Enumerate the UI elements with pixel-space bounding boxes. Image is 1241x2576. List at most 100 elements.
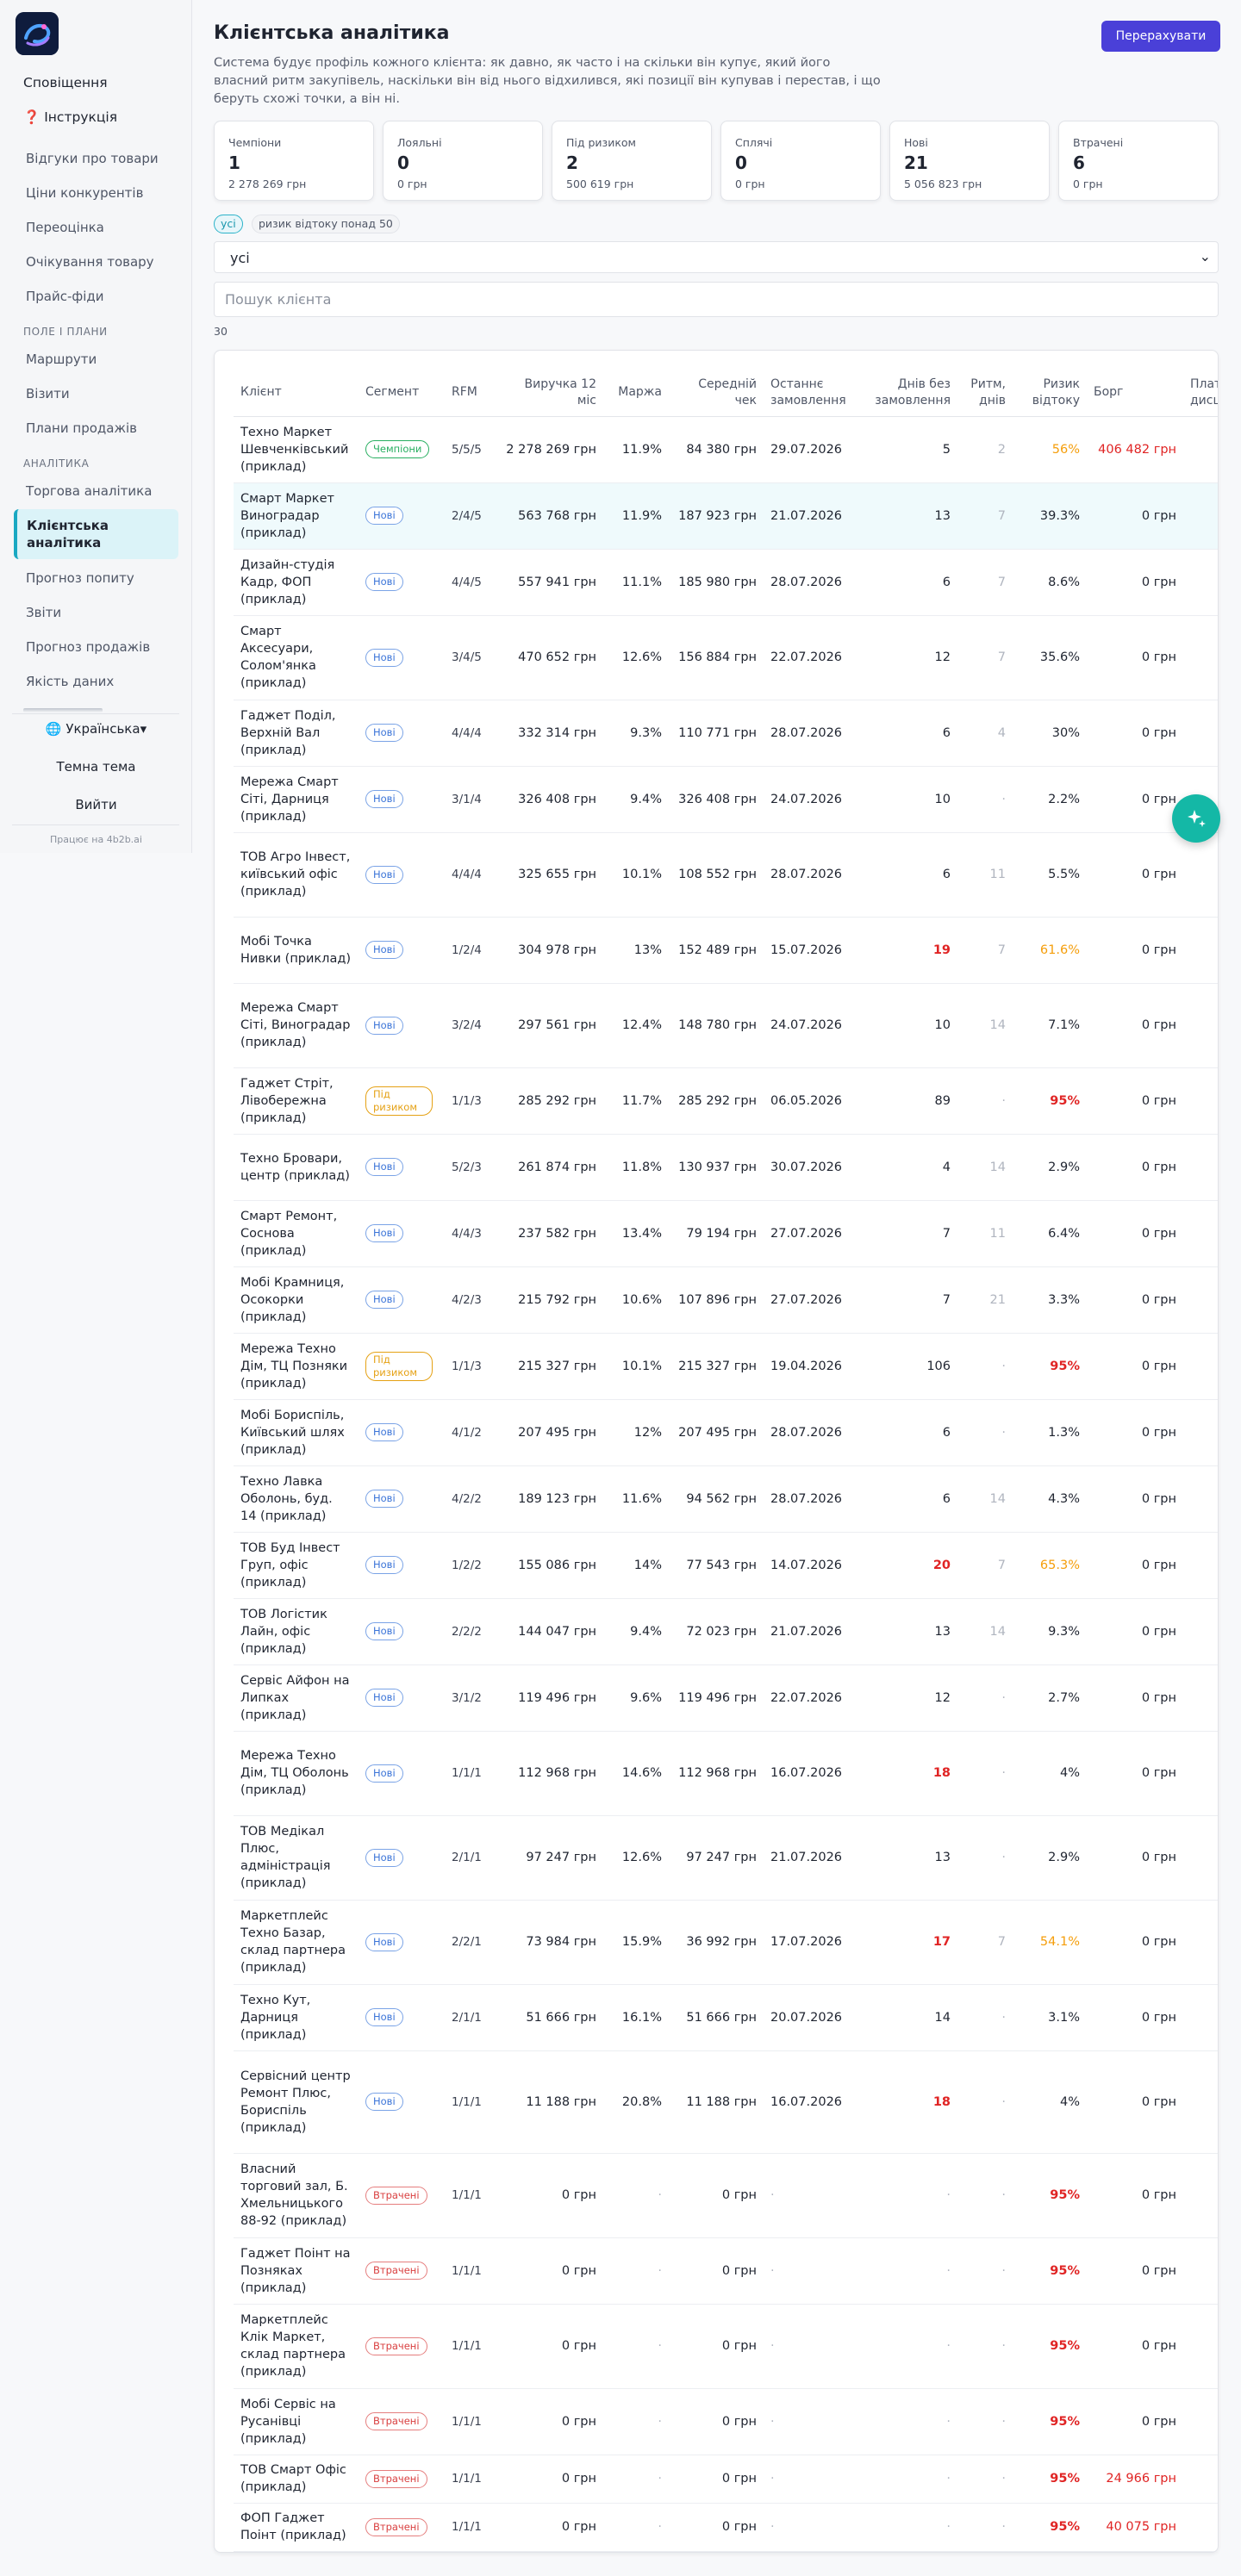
table-row[interactable]: Сервісний центр Ремонт Плюс, Бориспіль (… <box>234 2050 1218 2154</box>
column-header[interactable]: Ритм, днів <box>957 370 1013 417</box>
column-header[interactable]: Середній чек <box>669 370 764 417</box>
sidebar-item-reports[interactable]: Звіти <box>26 605 61 620</box>
segment-badge: Нові <box>365 507 403 525</box>
table-row[interactable]: Мобі Сервіс на Русанівці (приклад) Втраче… <box>234 2388 1218 2455</box>
sidebar-item-awaiting-goods[interactable]: Очікування товару <box>26 254 154 270</box>
table-row[interactable]: Сервіс Айфон на Липках (приклад) Нові 3/1/… <box>234 1664 1218 1732</box>
column-header[interactable]: Маржа <box>603 370 669 417</box>
theme-toggle-button[interactable]: Темна тема <box>0 759 192 775</box>
segment-cell: Нові <box>359 1598 445 1665</box>
sidebar-item-instructions[interactable]: ❓ Інструкція <box>23 109 117 125</box>
table-row[interactable]: Мережа Техно Дім, ТЦ Оболонь (приклад) Но… <box>234 1731 1218 1816</box>
margin: 10.1% <box>603 1333 669 1400</box>
segment-select[interactable]: усі ⌄ <box>214 241 1219 273</box>
segment-card-new[interactable]: Нові 21 5 056 823 грн <box>889 121 1050 201</box>
sidebar-item-data-quality[interactable]: Якість даних <box>26 674 114 689</box>
debt-amount: 0 грн <box>1087 2304 1183 2389</box>
table-row[interactable]: Техно Маркет Шевченківський (приклад) Чем… <box>234 416 1218 483</box>
churn-risk: 95% <box>1013 2153 1087 2238</box>
column-header[interactable]: Платіжна дисципліна <box>1183 370 1218 417</box>
last-order-date: 28.07.2026 <box>764 832 861 918</box>
segment-badge: Нові <box>365 1932 403 1951</box>
debt-amount: 0 грн <box>1087 615 1183 700</box>
sidebar-item-demand-forecast[interactable]: Прогноз попиту <box>26 570 134 586</box>
sidebar-item-reviews[interactable]: Відгуки про товари <box>26 151 159 166</box>
segment-badge: Нові <box>365 2008 403 2026</box>
table-row[interactable]: Мобі Бориспіль, Київський шлях (приклад)… <box>234 1399 1218 1466</box>
recalculate-button[interactable]: Перерахувати <box>1101 21 1220 52</box>
table-row[interactable]: ТОВ Смарт Офіс (приклад) Втрачені 1/1/1 0 г… <box>234 2455 1218 2504</box>
sidebar-item-sales-forecast[interactable]: Прогноз продажів <box>26 639 150 655</box>
last-order-date: · <box>764 2304 861 2389</box>
column-header[interactable]: Днів без замовлення <box>861 370 957 417</box>
sidebar-item-repricing[interactable]: Переоцінка <box>26 220 104 235</box>
last-order-date: 22.07.2026 <box>764 615 861 700</box>
table-row[interactable]: Гаджет Стріт, Лівобережна (приклад) Під р… <box>234 1067 1218 1135</box>
segment-card-loyal[interactable]: Лояльні 0 0 грн <box>383 121 543 201</box>
sidebar-item-visits[interactable]: Візити <box>26 386 70 401</box>
client-name: Техно Бровари, центр (приклад) <box>234 1134 359 1201</box>
segment-badge: Нові <box>365 790 403 808</box>
sidebar-item-price-feeds[interactable]: Прайс-фіди <box>26 289 104 304</box>
clients-table-container[interactable]: Клієнт Сегмент RFM Виручка 12 міс Маржа Серед… <box>214 350 1219 2553</box>
table-row[interactable]: Мережа Смарт Сіті, Дарниця (приклад) Нові… <box>234 766 1218 833</box>
column-header[interactable]: Борг <box>1087 370 1183 417</box>
table-row[interactable]: ТОВ Медікал Плюс, адміністрація (приклад… <box>234 1815 1218 1901</box>
table-row[interactable]: Дизайн-студія Кадр, ФОП (приклад) Нові 4/4… <box>234 549 1218 616</box>
table-row[interactable]: ТОВ Буд Інвест Груп, офіс (приклад) Нові 1… <box>234 1532 1218 1599</box>
segment-card-sleeping[interactable]: Сплячі 0 0 грн <box>720 121 881 201</box>
column-header[interactable]: Клієнт <box>234 370 359 417</box>
table-row[interactable]: Техно Лавка Оболонь, буд. 14 (приклад) Но… <box>234 1465 1218 1533</box>
segment-card-champions[interactable]: Чемпіони 1 2 278 269 грн <box>214 121 374 201</box>
table-row[interactable]: Мобі Точка Нивки (приклад) Нові 1/2/4 304 9… <box>234 917 1218 984</box>
debt-amount: 0 грн <box>1087 549 1183 616</box>
table-row[interactable]: Гаджет Поділ, Верхній Вал (приклад) Нові 4… <box>234 700 1218 767</box>
debt-amount: 0 грн <box>1087 1532 1183 1599</box>
average-check: 152 489 грн <box>669 917 764 984</box>
column-header[interactable]: Сегмент <box>359 370 445 417</box>
client-name: Смарт Маркет Виноградар (приклад) <box>234 482 359 550</box>
table-row[interactable]: Маркетплейс Клік Маркет, склад партнера … <box>234 2304 1218 2389</box>
table-row[interactable]: ТОВ Логістик Лайн, офіс (приклад) Нові 2/2… <box>234 1598 1218 1665</box>
column-header[interactable]: Виручка 12 міс <box>496 370 603 417</box>
segment-badge: Під ризиком <box>365 1086 433 1116</box>
column-header[interactable]: Ризик відтоку <box>1013 370 1087 417</box>
table-row[interactable]: Смарт Ремонт, Соснова (приклад) Нові 4/4/3… <box>234 1200 1218 1267</box>
rfm-score: 2/1/1 <box>445 1815 496 1901</box>
sidebar-divider <box>12 713 179 714</box>
table-row[interactable]: Смарт Маркет Виноградар (приклад) Нові 2/4… <box>234 482 1218 550</box>
table-row[interactable]: ТОВ Агро Інвест, київський офіс (приклад… <box>234 832 1218 918</box>
segment-card-lost[interactable]: Втрачені 6 0 грн <box>1058 121 1219 201</box>
sidebar-item-routes[interactable]: Маршрути <box>26 352 97 367</box>
order-rhythm-days: 7 <box>957 549 1013 616</box>
table-row[interactable]: Мережа Смарт Сіті, Виноградар (приклад) Н… <box>234 983 1218 1068</box>
table-row[interactable]: ФОП Гаджет Поінт (приклад) Втрачені 1/1/1 0… <box>234 2503 1218 2552</box>
table-row[interactable]: Гаджет Поінт на Позняках (приклад) Втраче… <box>234 2237 1218 2305</box>
logout-button[interactable]: Вийти <box>0 797 192 812</box>
language-switcher[interactable]: 🌐 Українська▾ <box>0 721 192 737</box>
sidebar-item-competitor-prices[interactable]: Ціни конкурентів <box>26 185 143 201</box>
filter-chip-all[interactable]: усі <box>214 215 243 233</box>
table-row[interactable]: Власний торговий зал, Б. Хмельницького 8… <box>234 2153 1218 2238</box>
table-row[interactable]: Техно Кут, Дарниця (приклад) Нові 2/1/1 51 … <box>234 1984 1218 2051</box>
table-row[interactable]: Мережа Техно Дім, ТЦ Позняки (приклад) Пі… <box>234 1333 1218 1400</box>
table-row[interactable]: Смарт Аксесуари, Солом'янка (приклад) Нов… <box>234 615 1218 700</box>
client-search-input[interactable] <box>214 282 1219 317</box>
sidebar-item-sales-plans[interactable]: Плани продажів <box>26 420 137 436</box>
sidebar-item-trade-analytics[interactable]: Торгова аналітика <box>26 483 152 499</box>
sidebar-item-notifications[interactable]: Сповіщення <box>23 75 108 90</box>
table-row[interactable]: Мобі Крамниця, Осокорки (приклад) Нові 4/2… <box>234 1266 1218 1334</box>
revenue-12m: 326 408 грн <box>496 766 603 833</box>
filter-chip-high-risk[interactable]: ризик відтоку понад 50 <box>252 215 400 233</box>
payment-discipline <box>1183 549 1218 616</box>
table-row[interactable]: Техно Бровари, центр (приклад) Нові 5/2/3 2… <box>234 1134 1218 1201</box>
app-logo-icon[interactable] <box>16 12 59 55</box>
segment-card-at-risk[interactable]: Під ризиком 2 500 619 грн <box>552 121 712 201</box>
column-header[interactable]: RFM <box>445 370 496 417</box>
days-without-order: · <box>861 2153 957 2238</box>
last-order-date: 28.07.2026 <box>764 700 861 767</box>
assistant-fab-button[interactable] <box>1172 794 1220 843</box>
table-row[interactable]: Маркетплейс Техно Базар, склад партнера … <box>234 1900 1218 1985</box>
column-header[interactable]: Останнє замовлення <box>764 370 861 417</box>
sidebar-item-client-analytics[interactable]: Клієнтська аналітика <box>14 509 178 559</box>
